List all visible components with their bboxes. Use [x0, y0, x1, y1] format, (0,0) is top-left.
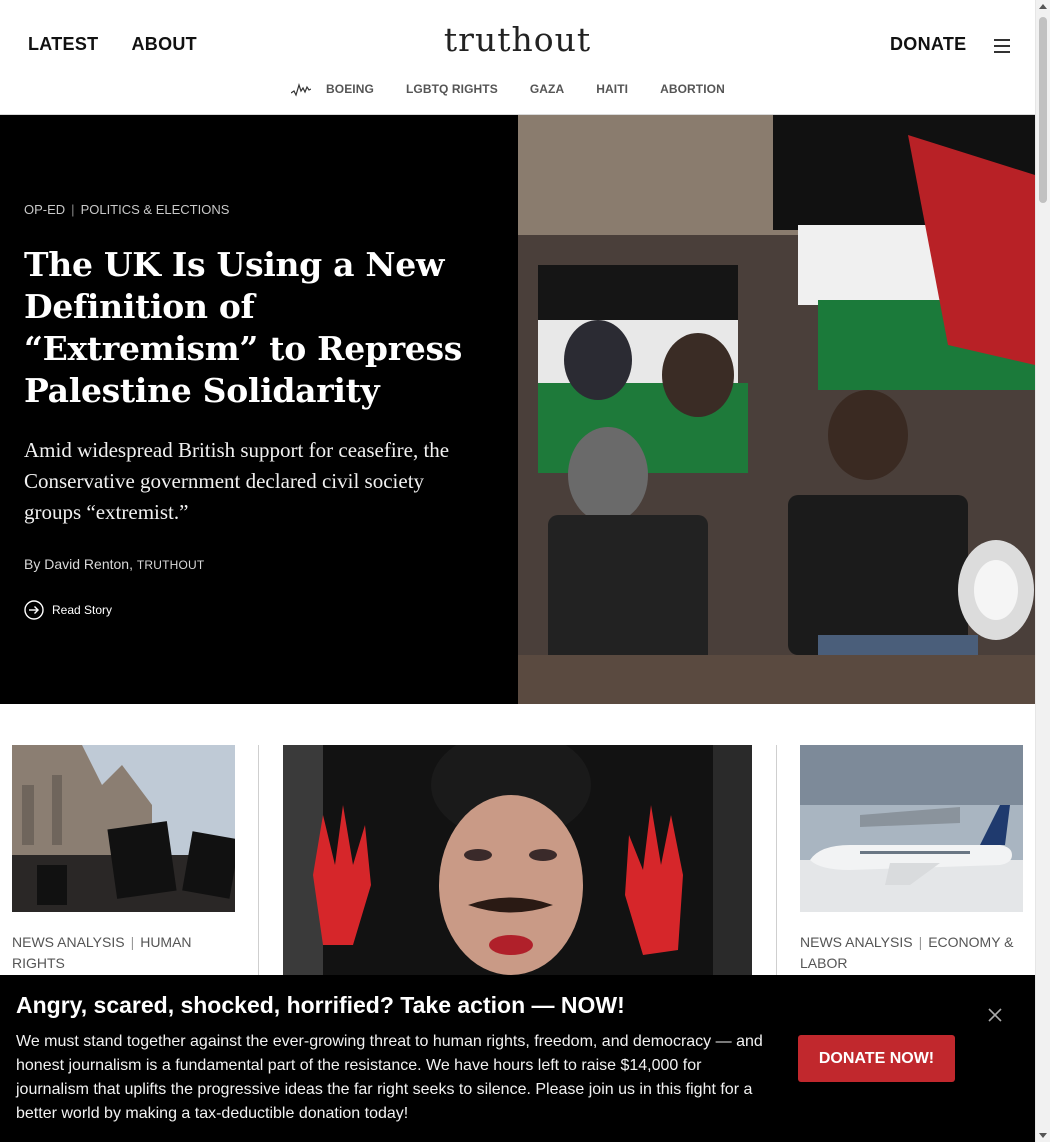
topic-haiti[interactable]: HAITI	[596, 82, 628, 96]
page-scrollbar[interactable]	[1035, 0, 1050, 1142]
topic-gaza[interactable]: GAZA	[530, 82, 564, 96]
banner-title: Angry, scared, shocked, horrified? Take …	[16, 992, 625, 1018]
byline-separator: ,	[129, 556, 133, 572]
scroll-thumb[interactable]	[1039, 17, 1047, 203]
site-header: LATEST ABOUT truthout DONATE BOEING LGBT…	[0, 0, 1035, 115]
donation-banner: Angry, scared, shocked, horrified? Take …	[0, 975, 1035, 1142]
hamburger-icon[interactable]	[994, 39, 1010, 53]
card-1-tag-type[interactable]: NEWS ANALYSIS	[12, 934, 125, 950]
close-icon[interactable]	[987, 1007, 1003, 1023]
hero-tag-type[interactable]: OP-ED	[24, 202, 65, 217]
card-divider	[776, 745, 777, 985]
card-3-image[interactable]	[800, 745, 1023, 912]
topic-boeing[interactable]: BOEING	[326, 82, 374, 96]
scroll-down-icon[interactable]	[1039, 1133, 1047, 1138]
trending-topics: BOEING LGBTQ RIGHTS GAZA HAITI ABORTION	[291, 81, 757, 97]
hero-tags: OP-ED | POLITICS & ELECTIONS	[24, 202, 230, 217]
assange-protest-photo	[12, 745, 235, 912]
hero-headline[interactable]: The UK Is Using a New Definition of “Ext…	[24, 244, 494, 412]
hero-byline: By David Renton, Truthout	[24, 556, 204, 572]
byline-org: Truthout	[136, 558, 205, 572]
donate-now-button[interactable]: DONATE NOW!	[798, 1035, 955, 1082]
hero-tag-category[interactable]: POLITICS & ELECTIONS	[81, 202, 230, 217]
card-divider	[258, 745, 259, 985]
hero-photo[interactable]	[518, 115, 1035, 704]
topic-abortion[interactable]: ABORTION	[660, 82, 725, 96]
site-logo[interactable]: truthout	[0, 20, 1035, 59]
arrow-circle-icon	[24, 600, 44, 620]
card-1-tags: NEWS ANALYSIS | HUMAN RIGHTS	[12, 934, 192, 971]
donate-link[interactable]: DONATE	[890, 34, 966, 55]
card-1-image[interactable]	[12, 745, 235, 912]
protest-photo	[518, 115, 1035, 704]
drag-performer-photo	[283, 745, 752, 985]
topic-lgbtq-rights[interactable]: LGBTQ RIGHTS	[406, 82, 498, 96]
card-3-tags: NEWS ANALYSIS | ECONOMY & LABOR	[800, 934, 1014, 971]
hero-dek: Amid widespread British support for ceas…	[24, 438, 450, 524]
boeing-plane-photo	[800, 745, 1023, 912]
trend-line-icon	[291, 83, 311, 97]
hero-story: OP-ED | POLITICS & ELECTIONS The UK Is Usi…	[0, 115, 1035, 704]
byline-prefix: By	[24, 556, 41, 572]
byline-author[interactable]: David Renton	[44, 556, 129, 572]
read-story-link[interactable]: Read Story	[24, 600, 112, 620]
scroll-up-icon[interactable]	[1039, 4, 1047, 9]
read-story-label: Read Story	[52, 603, 113, 617]
banner-body: We must stand together against the ever-…	[16, 1033, 763, 1122]
card-3-tag-type[interactable]: NEWS ANALYSIS	[800, 934, 913, 950]
card-2-image[interactable]	[283, 745, 752, 985]
